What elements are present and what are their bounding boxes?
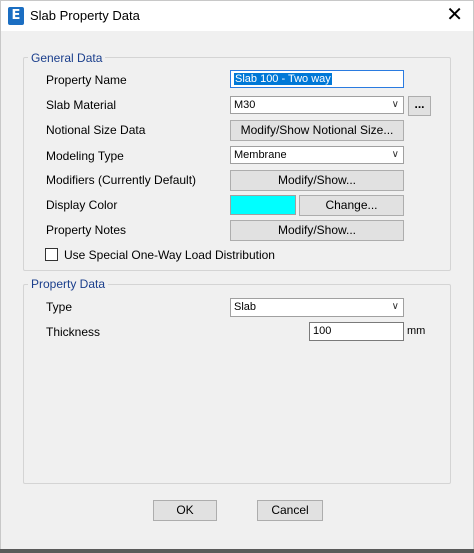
thickness-unit: mm xyxy=(407,325,426,337)
material-more-button[interactable]: ... xyxy=(408,96,431,116)
display-color-label: Display Color xyxy=(46,198,118,212)
property-data-title: Property Data xyxy=(28,277,109,291)
thickness-label: Thickness xyxy=(46,325,101,339)
window-title: Slab Property Data xyxy=(30,8,140,23)
notional-size-label: Notional Size Data xyxy=(46,123,146,137)
notional-size-button[interactable]: Modify/Show Notional Size... xyxy=(230,120,404,141)
modeling-type-value: Membrane xyxy=(234,149,287,161)
slab-material-select[interactable]: M30 ∨ xyxy=(230,96,404,114)
special-one-way-checkbox[interactable] xyxy=(45,248,58,261)
cancel-button[interactable]: Cancel xyxy=(257,500,323,521)
chevron-down-icon: ∨ xyxy=(391,301,399,312)
slab-property-dialog: E Slab Property Data ✕ General Data Prop… xyxy=(0,0,474,553)
modifiers-label: Modifiers (Currently Default) xyxy=(46,173,197,187)
property-name-value: Slab 100 - Two way xyxy=(234,73,332,85)
property-notes-button[interactable]: Modify/Show... xyxy=(230,220,404,241)
slab-material-label: Slab Material xyxy=(46,98,117,112)
special-one-way-label: Use Special One-Way Load Distribution xyxy=(64,248,275,262)
modeling-type-label: Modeling Type xyxy=(46,149,124,163)
etabs-app-icon: E xyxy=(8,7,24,25)
type-select[interactable]: Slab ∨ xyxy=(230,298,404,317)
title-bar: E Slab Property Data ✕ xyxy=(1,1,473,31)
ok-button[interactable]: OK xyxy=(153,500,217,521)
general-data-title: General Data xyxy=(28,51,106,65)
chevron-down-icon: ∨ xyxy=(391,99,399,110)
type-value: Slab xyxy=(234,301,257,313)
type-label: Type xyxy=(46,300,73,314)
chevron-down-icon: ∨ xyxy=(391,149,399,160)
slab-material-value: M30 xyxy=(234,99,256,111)
display-color-swatch[interactable] xyxy=(230,195,296,215)
thickness-input[interactable]: 100 xyxy=(309,322,404,341)
property-name-input[interactable]: Slab 100 - Two way xyxy=(230,70,404,88)
change-color-button[interactable]: Change... xyxy=(299,195,404,216)
property-notes-label: Property Notes xyxy=(46,223,127,237)
property-name-label: Property Name xyxy=(46,73,127,87)
modeling-type-select[interactable]: Membrane ∨ xyxy=(230,146,404,164)
close-icon[interactable]: ✕ xyxy=(446,4,463,24)
modifiers-button[interactable]: Modify/Show... xyxy=(230,170,404,191)
taskbar-edge xyxy=(0,549,474,553)
